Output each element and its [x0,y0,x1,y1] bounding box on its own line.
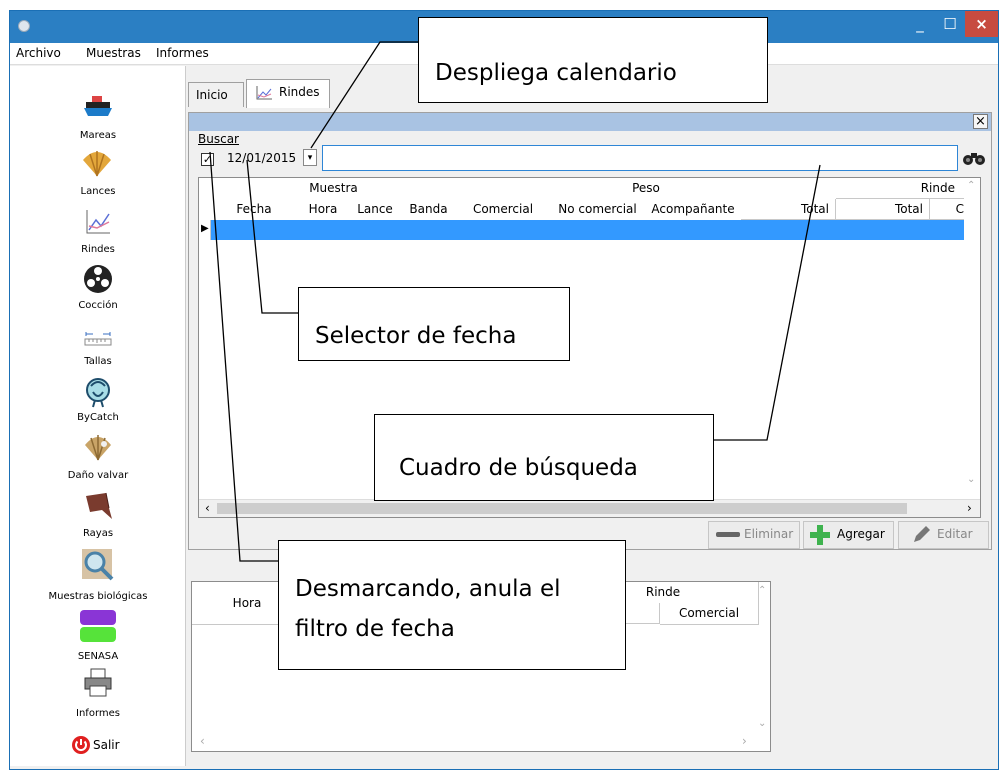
column-header[interactable]: Banda [401,199,457,221]
sidebar-item-mareas[interactable]: Mareas [10,94,186,144]
reel-icon [84,265,112,293]
tab-rindes[interactable]: Rindes [246,79,330,108]
column-header[interactable]: No comercial [550,199,646,221]
sidebar-item-informes[interactable]: Informes [10,668,186,723]
column-header[interactable]: Lance [349,199,402,221]
callout-line-1: Desmarcando, anula el [295,576,561,602]
minimize-button[interactable]: _ [905,11,935,37]
add-button[interactable]: Agregar [803,521,894,549]
sidebar-item-label: Rayas [82,528,114,539]
exit-label: Salir [93,738,120,752]
group-header-muestra: Muestra [211,178,457,200]
power-icon [72,736,90,754]
row-pointer-icon: ▶ [201,223,209,234]
callout-line-2: filtro de fecha [295,616,455,642]
sidebar: Mareas Lances Rindes Cocción Tallas ByCa… [10,66,186,766]
printer-icon [84,668,112,697]
sidebar-item-rindes[interactable]: Rindes [10,206,186,261]
damaged-shell-icon [85,435,111,461]
sidebar-item-muestras-biologicas[interactable]: Muestras biológicas [10,548,186,606]
chevron-down-icon: ⌄ [967,474,976,485]
senasa-icon [80,610,116,642]
sidebar-item-coccion[interactable]: Cocción [10,262,186,317]
ship-icon [84,96,112,116]
ray-icon [86,492,112,519]
sidebar-item-bycatch[interactable]: ByCatch [10,376,186,431]
date-filter-checkbox[interactable]: ✓ [201,153,214,166]
tab-inicio[interactable]: Inicio [188,82,244,107]
chevron-left-icon: ‹ [200,734,205,748]
column-header[interactable]: Comercial [456,199,551,221]
menu-archivo[interactable]: Archivo [16,46,61,60]
sidebar-item-lances[interactable]: Lances [10,148,186,203]
column-header[interactable]: Acompañante [645,199,742,221]
chart-icon [86,210,110,234]
chevron-up-icon: ⌃ [967,180,976,191]
tab-label: Inicio [196,88,228,102]
sidebar-item-label: Rindes [81,244,115,255]
column-header[interactable]: Total [741,199,836,220]
sidebar-item-label: Daño valvar [67,470,129,481]
sidebar-item-label: Informes [76,708,120,719]
sidebar-item-rayas[interactable]: Rayas [10,490,186,545]
scrollbar-thumb[interactable] [217,503,907,514]
add-label: Agregar [837,527,885,541]
pencil-icon [914,526,930,542]
callout-desmarcando: Desmarcando, anula el filtro de fecha [278,540,626,670]
scallop-icon [83,151,111,177]
tab-label: Rindes [279,85,320,99]
maximize-button[interactable]: ☐ [935,11,965,37]
delete-label: Eliminar [744,527,794,541]
close-button[interactable]: × [965,11,998,37]
delete-button[interactable]: Eliminar [708,521,800,549]
chevron-right-icon: › [742,734,747,748]
minus-icon [716,532,740,537]
sidebar-item-label: SENASA [77,651,119,662]
callout-selector-de-fecha: Selector de fecha [298,287,570,361]
panel-close-button[interactable]: × [973,114,988,129]
sidebar-item-label: ByCatch [77,412,119,423]
column-header[interactable]: Fecha [211,199,298,221]
exit-button[interactable]: Salir [10,734,186,758]
sidebar-item-label: Mareas [79,130,117,141]
plus-icon [810,525,830,545]
search-input[interactable] [322,145,958,171]
chevron-up-icon: ⌃ [758,585,767,596]
panel-header-bar [189,113,991,131]
callout-despliega-calendario: Despliega calendario [418,17,768,103]
date-selector[interactable]: 12/01/2015 [227,151,296,165]
column-header[interactable]: Comercial [660,603,759,625]
sidebar-item-label: Cocción [78,300,118,311]
column-header[interactable]: Hora [297,199,350,221]
chevron-down-icon: ▾ [307,153,313,163]
sidebar-item-label: Lances [80,186,116,197]
ruler-icon [84,332,112,346]
column-header[interactable]: Total [836,199,930,220]
search-label: Buscar [198,132,239,146]
sidebar-item-senasa[interactable]: SENASA [10,609,186,664]
chevron-down-icon: ⌄ [758,718,767,729]
table-row[interactable] [211,220,980,240]
row-indicator: ▶ [199,220,211,240]
calendar-dropdown-button[interactable]: ▾ [303,149,317,166]
chevron-left-icon: ‹ [205,501,210,515]
sidebar-item-label: Tallas [84,356,112,367]
sidebar-item-dano-valvar[interactable]: Daño valvar [10,432,186,487]
group-header-peso: Peso [456,178,837,200]
chevron-right-icon: › [967,501,972,515]
chart-icon [256,86,272,100]
callout-cuadro-de-busqueda: Cuadro de búsqueda [374,414,714,501]
bycatch-icon [86,378,110,408]
sidebar-item-label: Muestras biológicas [48,591,148,602]
binoculars-icon[interactable] [962,150,986,166]
sidebar-item-tallas[interactable]: Tallas [10,320,186,375]
edit-label: Editar [937,527,973,541]
app-icon [18,20,30,32]
vertical-scrollbar[interactable]: ⌃ ⌄ [964,178,980,499]
menu-muestras[interactable]: Muestras [86,46,141,60]
menu-informes[interactable]: Informes [156,46,209,60]
group-header-rinde: Rinde [836,178,976,199]
edit-button[interactable]: Editar [898,521,989,549]
magnifier-icon [82,549,114,581]
